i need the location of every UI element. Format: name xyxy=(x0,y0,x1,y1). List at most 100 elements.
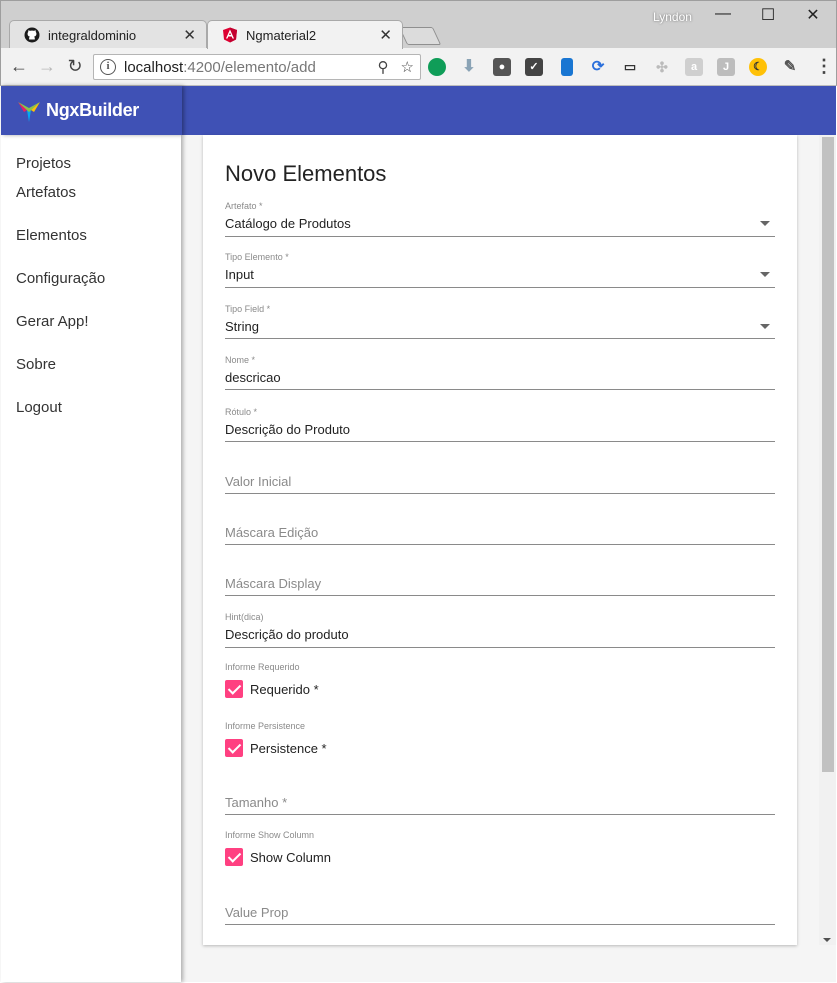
artefato-label: Artefato * xyxy=(225,201,263,211)
tamanho-placeholder: Tamanho * xyxy=(225,795,288,810)
requerido-group-label: Informe Requerido xyxy=(225,662,300,672)
maximize-icon[interactable]: ☐ xyxy=(746,5,790,27)
show-column-checkbox-label[interactable]: Show Column xyxy=(250,850,331,865)
rotulo-value: Descrição do Produto xyxy=(225,422,351,437)
green-dot-extension-icon[interactable] xyxy=(428,58,446,76)
page-title: Novo Elementos xyxy=(225,161,387,186)
value-prop-placeholder: Value Prop xyxy=(225,905,289,920)
nav-item-projetos[interactable]: Projetos xyxy=(1,135,181,172)
persistence-group: Informe Persistence Persistence * xyxy=(225,721,775,757)
site-info-icon[interactable]: i xyxy=(100,59,116,75)
puzzle-extension-icon[interactable]: ✣ xyxy=(653,58,671,76)
sync-extension-icon[interactable]: ⟳ xyxy=(589,58,607,76)
persistence-checkbox-row[interactable]: Persistence * xyxy=(225,739,775,757)
browser-toolbar: ← → ↻ i localhost:4200/elemento/add ⚲ ☆ … xyxy=(0,48,837,86)
window-close-icon[interactable]: ✕ xyxy=(791,5,835,27)
rotulo-field[interactable]: Rótulo * Descrição do Produto xyxy=(225,405,775,442)
address-bar[interactable]: i localhost:4200/elemento/add ⚲ ☆ xyxy=(93,54,421,80)
tab-integraldominio[interactable]: integraldominio ✕ xyxy=(9,20,207,49)
close-tab-icon[interactable]: ✕ xyxy=(379,26,392,44)
download-extension-icon[interactable]: ⬇ xyxy=(460,58,478,76)
dropdown-arrow-icon xyxy=(760,324,770,329)
browser-titlebar: integraldominio ✕ Ngmaterial2 ✕ Lyndon —… xyxy=(0,0,837,49)
nome-value: descricao xyxy=(225,370,281,385)
requerido-checkbox-label[interactable]: Requerido * xyxy=(250,682,319,697)
valor-inicial-placeholder: Valor Inicial xyxy=(225,474,292,489)
tipo-elemento-label: Tipo Elemento * xyxy=(225,252,289,262)
tab-title: Ngmaterial2 xyxy=(246,27,317,43)
tipo-field-value: String xyxy=(225,319,259,334)
tipo-field-select[interactable]: Tipo Field * String xyxy=(225,302,775,339)
value-prop-field[interactable]: Value Prop xyxy=(225,887,775,925)
bookmark-star-icon[interactable]: ☆ xyxy=(401,58,414,76)
reload-icon[interactable]: ↻ xyxy=(65,56,85,76)
nome-label: Nome * xyxy=(225,355,256,365)
brand-name: NgxBuilder xyxy=(46,100,140,120)
nav-item-elementos[interactable]: Elementos xyxy=(1,207,181,250)
lock-extension-icon[interactable]: a xyxy=(685,58,703,76)
back-icon[interactable]: ← xyxy=(9,56,29,76)
mascara-display-field[interactable]: Máscara Display xyxy=(225,559,775,596)
mascara-display-placeholder: Máscara Display xyxy=(225,576,322,591)
mascara-edicao-placeholder: Máscara Edição xyxy=(225,525,319,540)
zoom-icon[interactable]: ⚲ xyxy=(378,58,389,76)
form-card: Novo Elementos Artefato * Catálogo de Pr… xyxy=(203,135,797,945)
artefato-value: Catálogo de Produtos xyxy=(225,216,351,231)
mascara-edicao-field[interactable]: Máscara Edição xyxy=(225,507,775,545)
browser-menu-icon[interactable]: ⋮ xyxy=(815,57,833,75)
persistence-checkbox[interactable] xyxy=(225,739,243,757)
app-toolbar: NgxBuilder xyxy=(1,86,836,135)
sidenav: Projetos Artefatos Elementos Configuraçã… xyxy=(1,135,181,982)
tipo-elemento-select[interactable]: Tipo Elemento * Input xyxy=(225,250,775,288)
nav-item-artefatos[interactable]: Artefatos xyxy=(1,164,181,207)
new-tab-button[interactable] xyxy=(398,27,442,45)
nav-item-gerar-app[interactable]: Gerar App! xyxy=(1,293,181,336)
moon-extension-icon[interactable]: ☾ xyxy=(749,58,767,76)
requerido-group: Informe Requerido Requerido * xyxy=(225,662,775,698)
ngxbuilder-logo-icon xyxy=(18,101,40,122)
requerido-checkbox[interactable] xyxy=(225,680,243,698)
close-tab-icon[interactable]: ✕ xyxy=(183,26,196,44)
tipo-field-label: Tipo Field * xyxy=(225,304,271,314)
github-icon xyxy=(24,27,40,43)
hint-value: Descrição do produto xyxy=(225,627,349,642)
minimize-icon[interactable]: — xyxy=(701,5,745,27)
show-column-checkbox[interactable] xyxy=(225,848,243,866)
show-column-group-label: Informe Show Column xyxy=(225,830,315,840)
url-host: localhost xyxy=(124,58,184,76)
content-scrollbar[interactable] xyxy=(819,135,836,945)
bus-extension-icon[interactable]: ▭ xyxy=(621,58,639,76)
nome-field[interactable]: Nome * descricao xyxy=(225,353,775,390)
evernote-extension-icon[interactable]: ✎ xyxy=(781,58,799,76)
tipo-elemento-value: Input xyxy=(225,267,254,282)
lightbulb-extension-icon[interactable]: ● xyxy=(493,58,511,76)
dropdown-arrow-icon xyxy=(760,272,770,277)
requerido-checkbox-row[interactable]: Requerido * xyxy=(225,680,775,698)
tamanho-field[interactable]: Tamanho * xyxy=(225,778,775,815)
rotulo-label: Rótulo * xyxy=(225,407,258,417)
angular-icon xyxy=(223,27,237,43)
show-column-group: Informe Show Column Show Column xyxy=(225,830,775,866)
j-extension-icon[interactable]: J xyxy=(717,58,735,76)
show-column-checkbox-row[interactable]: Show Column xyxy=(225,848,775,866)
tab-title: integraldominio xyxy=(48,27,137,43)
scroll-down-arrow-icon[interactable] xyxy=(823,938,831,942)
forward-icon[interactable]: → xyxy=(37,56,57,76)
nav-item-sobre[interactable]: Sobre xyxy=(1,336,181,379)
main-content: Novo Elementos Artefato * Catálogo de Pr… xyxy=(181,135,836,982)
nav-item-logout[interactable]: Logout xyxy=(1,379,181,422)
nav-item-configuracao[interactable]: Configuração xyxy=(1,250,181,293)
artefato-select[interactable]: Artefato * Catálogo de Produtos xyxy=(225,199,775,237)
dropdown-arrow-icon xyxy=(760,221,770,226)
hint-field[interactable]: Hint(dica) Descrição do produto xyxy=(225,610,775,648)
persistence-checkbox-label[interactable]: Persistence * xyxy=(250,741,327,756)
persistence-group-label: Informe Persistence xyxy=(225,721,306,731)
tab-ngmaterial2[interactable]: Ngmaterial2 ✕ xyxy=(207,20,403,49)
brand[interactable]: NgxBuilder xyxy=(1,86,182,135)
pocket-extension-icon[interactable]: ✓ xyxy=(525,58,543,76)
colorful-extension-icon[interactable] xyxy=(561,58,573,76)
profile-name[interactable]: Lyndon xyxy=(653,10,692,24)
scrollbar-thumb[interactable] xyxy=(822,137,834,772)
url-path: :4200/elemento/add xyxy=(183,58,316,76)
valor-inicial-field[interactable]: Valor Inicial xyxy=(225,456,775,494)
